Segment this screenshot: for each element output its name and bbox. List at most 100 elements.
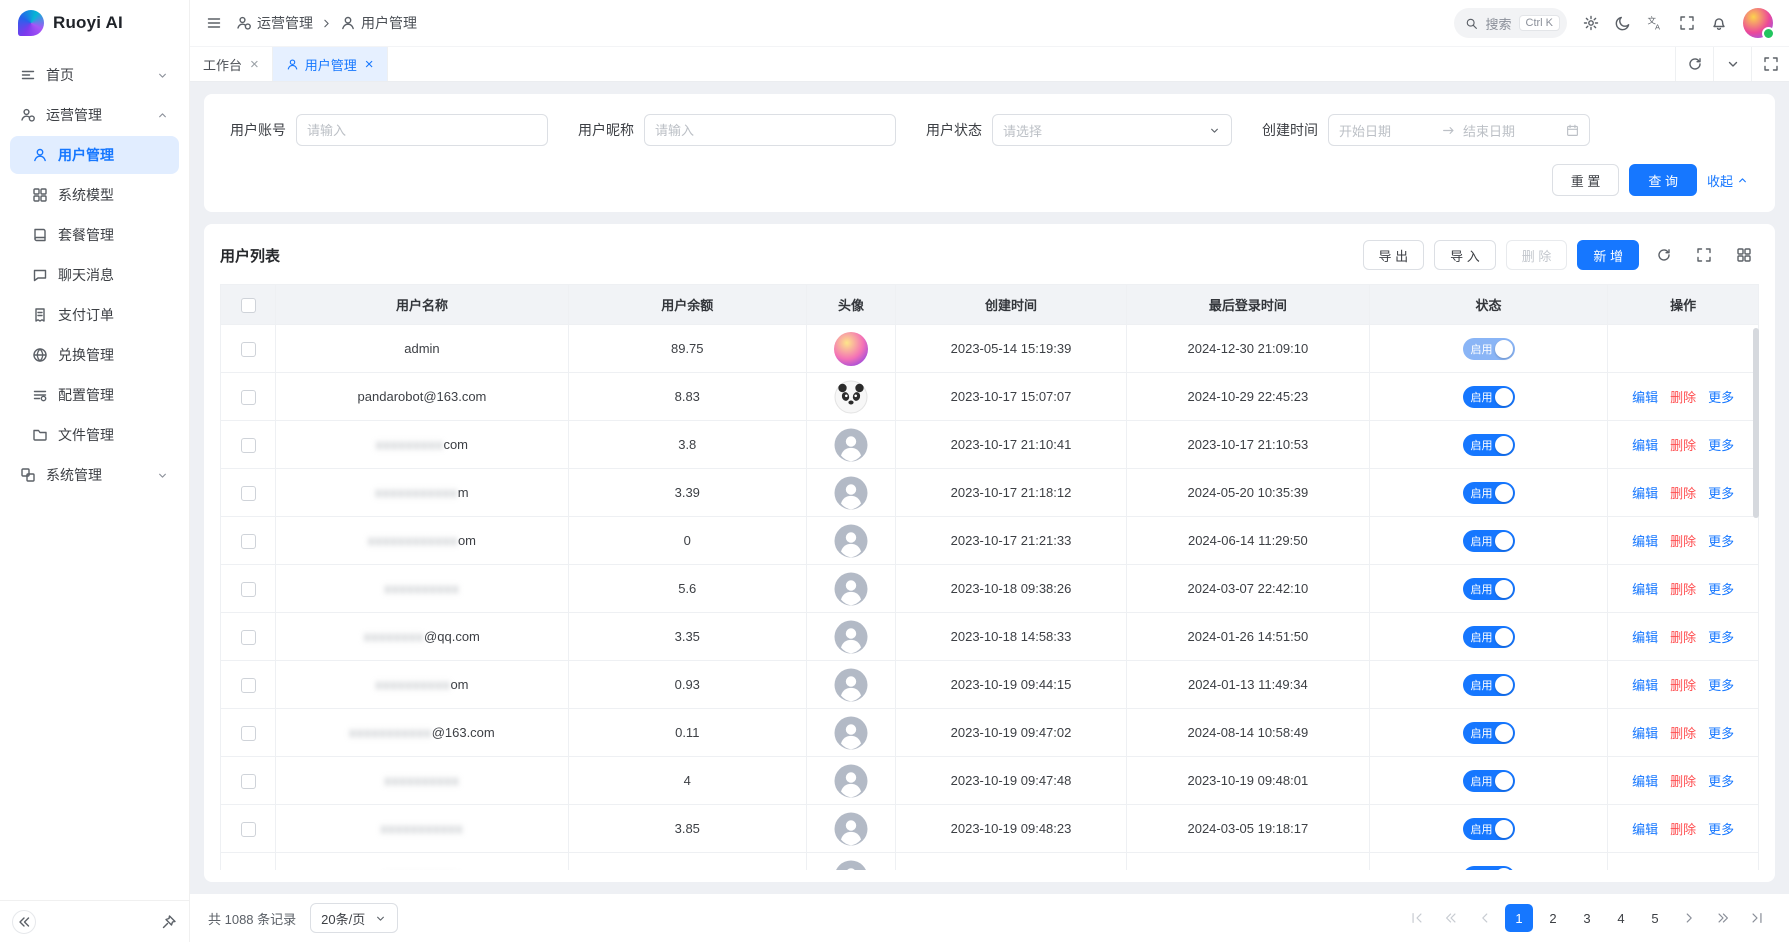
more-link[interactable]: 更多 [1708, 486, 1734, 501]
more-link[interactable]: 更多 [1708, 582, 1734, 597]
row-checkbox[interactable] [241, 534, 256, 549]
delete-link[interactable]: 删除 [1670, 534, 1696, 549]
status-toggle[interactable]: 启用 [1463, 818, 1515, 840]
tab-user-management[interactable]: 用户管理× [273, 47, 388, 81]
breadcrumb-item-operations[interactable]: 运营管理 [236, 13, 313, 33]
column-settings-button[interactable] [1729, 240, 1759, 270]
user-avatar[interactable] [1743, 8, 1773, 38]
status-toggle[interactable]: 启用 [1463, 578, 1515, 600]
sidebar-group-operations[interactable]: 运营管理 [10, 96, 179, 134]
nickname-input[interactable] [644, 114, 896, 146]
brand[interactable]: Ruoyi AI [0, 0, 189, 46]
status-toggle[interactable]: 启用 [1463, 434, 1515, 456]
more-link[interactable]: 更多 [1708, 822, 1734, 837]
sidebar-item-user-management[interactable]: 用户管理 [10, 136, 179, 174]
dark-mode-button[interactable] [1615, 15, 1631, 31]
row-checkbox[interactable] [241, 726, 256, 741]
more-link[interactable]: 更多 [1708, 438, 1734, 453]
page-number-button[interactable]: 1 [1505, 904, 1533, 932]
content-fullscreen-button[interactable] [1751, 47, 1789, 81]
reset-button[interactable]: 重 置 [1552, 164, 1620, 196]
import-button[interactable]: 导 入 [1434, 240, 1496, 270]
created-date-range[interactable]: 开始日期 结束日期 [1328, 114, 1590, 146]
delete-link[interactable]: 删除 [1670, 726, 1696, 741]
first-page-button[interactable] [1403, 904, 1431, 932]
page-number-button[interactable]: 3 [1573, 904, 1601, 932]
edit-link[interactable]: 编辑 [1632, 438, 1658, 453]
status-toggle[interactable]: 启用 [1463, 674, 1515, 696]
language-button[interactable]: 文A [1647, 15, 1663, 31]
edit-link[interactable]: 编辑 [1632, 630, 1658, 645]
sidebar-item-redeem-management[interactable]: 兑换管理 [10, 336, 179, 374]
tab-workbench[interactable]: 工作台× [190, 47, 273, 81]
edit-link[interactable]: 编辑 [1632, 390, 1658, 405]
sidebar-item-system-model[interactable]: 系统模型 [10, 176, 179, 214]
next-page-button[interactable] [1675, 904, 1703, 932]
refresh-table-button[interactable] [1649, 240, 1679, 270]
hamburger-menu-button[interactable] [206, 15, 222, 31]
collapse-filter-link[interactable]: 收起 [1707, 171, 1749, 190]
delete-link[interactable]: 删除 [1670, 822, 1696, 837]
status-toggle[interactable]: 启用 [1463, 626, 1515, 648]
more-link[interactable]: 更多 [1708, 774, 1734, 789]
row-checkbox[interactable] [241, 582, 256, 597]
sidebar-collapse-button[interactable] [12, 910, 36, 934]
row-checkbox[interactable] [241, 774, 256, 789]
export-button[interactable]: 导 出 [1363, 240, 1425, 270]
more-link[interactable]: 更多 [1708, 390, 1734, 405]
status-toggle[interactable]: 启用 [1463, 386, 1515, 408]
edit-link[interactable]: 编辑 [1632, 534, 1658, 549]
notifications-button[interactable] [1711, 15, 1727, 31]
sidebar-item-chat-messages[interactable]: 聊天消息 [10, 256, 179, 294]
tab-actions-dropdown[interactable] [1713, 47, 1751, 81]
tab-close-icon[interactable]: × [365, 57, 374, 72]
delete-link[interactable]: 删除 [1670, 438, 1696, 453]
edit-link[interactable]: 编辑 [1632, 678, 1658, 693]
delete-link[interactable]: 删除 [1670, 486, 1696, 501]
sidebar-group-home[interactable]: 首页 [10, 56, 179, 94]
edit-link[interactable]: 编辑 [1632, 726, 1658, 741]
row-checkbox[interactable] [241, 438, 256, 453]
page-size-select[interactable]: 20条/页 [310, 903, 398, 933]
sidebar-group-system[interactable]: 系统管理 [10, 456, 179, 494]
settings-button[interactable] [1583, 15, 1599, 31]
more-link[interactable]: 更多 [1708, 726, 1734, 741]
sidebar-item-package-management[interactable]: 套餐管理 [10, 216, 179, 254]
delete-link[interactable]: 删除 [1670, 630, 1696, 645]
more-link[interactable]: 更多 [1708, 534, 1734, 549]
row-checkbox[interactable] [241, 486, 256, 501]
page-number-button[interactable]: 5 [1641, 904, 1669, 932]
add-button[interactable]: 新 增 [1577, 240, 1639, 270]
account-input[interactable] [296, 114, 548, 146]
jump-back-button[interactable] [1437, 904, 1465, 932]
row-checkbox[interactable] [241, 342, 256, 357]
more-link[interactable]: 更多 [1708, 678, 1734, 693]
row-checkbox[interactable] [241, 630, 256, 645]
status-toggle[interactable]: 启用 [1463, 866, 1515, 871]
edit-link[interactable]: 编辑 [1632, 486, 1658, 501]
breadcrumb-item-users[interactable]: 用户管理 [340, 13, 417, 33]
sidebar-item-file-management[interactable]: 文件管理 [10, 416, 179, 454]
tab-refresh-button[interactable] [1675, 47, 1713, 81]
status-toggle[interactable]: 启用 [1463, 770, 1515, 792]
more-link[interactable]: 更多 [1708, 630, 1734, 645]
sidebar-pin-button[interactable] [161, 914, 177, 930]
row-checkbox[interactable] [241, 390, 256, 405]
status-toggle[interactable]: 启用 [1463, 482, 1515, 504]
previous-page-button[interactable] [1471, 904, 1499, 932]
delete-button[interactable]: 删 除 [1506, 240, 1568, 270]
row-checkbox[interactable] [241, 678, 256, 693]
table-fullscreen-button[interactable] [1689, 240, 1719, 270]
status-select[interactable]: 请选择 [992, 114, 1232, 146]
delete-link[interactable]: 删除 [1670, 582, 1696, 597]
edit-link[interactable]: 编辑 [1632, 582, 1658, 597]
select-all-checkbox[interactable] [241, 298, 256, 313]
status-toggle[interactable]: 启用 [1463, 338, 1515, 360]
sidebar-item-config-management[interactable]: 配置管理 [10, 376, 179, 414]
edit-link[interactable]: 编辑 [1632, 774, 1658, 789]
row-checkbox[interactable] [241, 822, 256, 837]
edit-link[interactable]: 编辑 [1632, 822, 1658, 837]
fullscreen-button[interactable] [1679, 15, 1695, 31]
tab-close-icon[interactable]: × [250, 57, 259, 72]
delete-link[interactable]: 删除 [1670, 678, 1696, 693]
